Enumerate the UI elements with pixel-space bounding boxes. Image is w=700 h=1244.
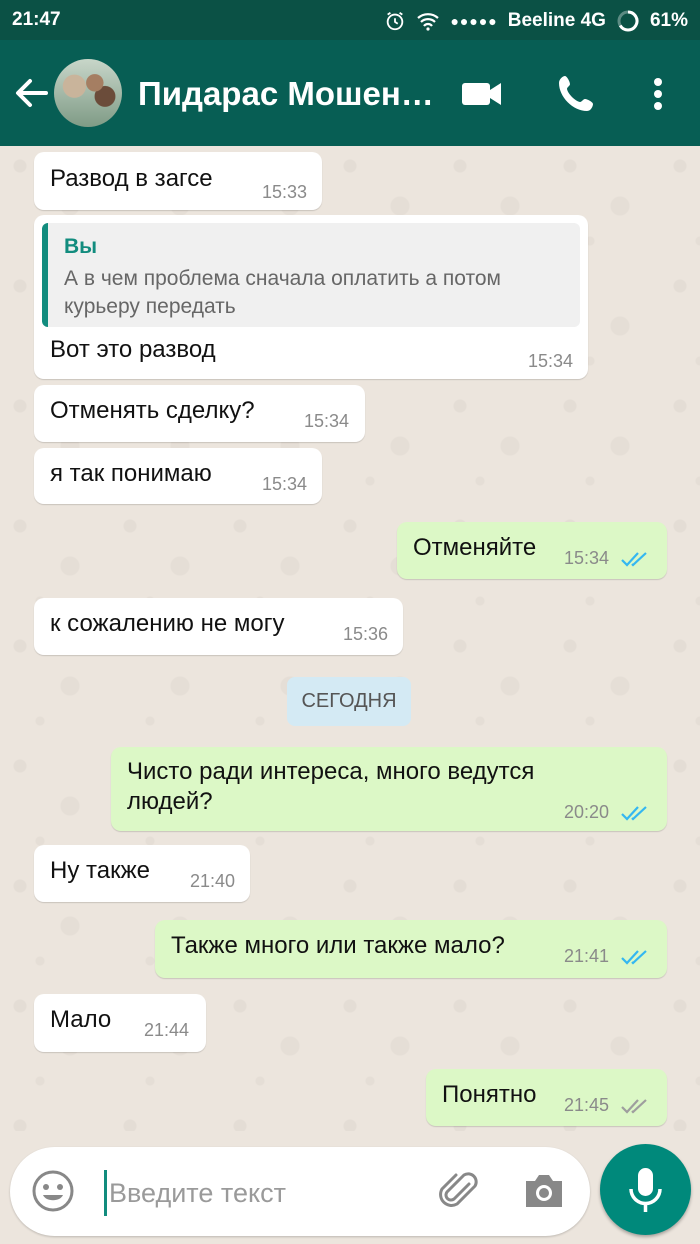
message-incoming[interactable]: Мало 21:44: [34, 994, 206, 1052]
message-time: 15:36: [343, 624, 389, 644]
chat-header: Пидарас Мошен…: [0, 40, 700, 146]
message-outgoing[interactable]: Отменяйте 15:34: [397, 522, 667, 579]
message-time: 15:33: [262, 182, 308, 202]
message-incoming-reply[interactable]: Вы А в чем проблема сначала оплатить а п…: [34, 215, 588, 379]
message-text: Отменять сделку?: [50, 397, 255, 424]
read-ticks-icon: [621, 950, 647, 965]
contact-name[interactable]: Пидарас Мошен…: [138, 75, 434, 113]
avatar[interactable]: [54, 59, 122, 127]
message-text: к сожалению не могу: [50, 610, 285, 637]
quote-author: Вы: [64, 235, 98, 258]
phone-icon[interactable]: [552, 70, 600, 118]
message-outgoing[interactable]: Также много или также мало? 21:41: [155, 920, 667, 978]
emoji-icon[interactable]: [30, 1168, 76, 1214]
message-incoming[interactable]: я так понимаю 15:34: [34, 448, 322, 504]
message-text: Вот это развод: [50, 336, 216, 363]
chat-area[interactable]: Развод в загсе 15:33 Вы А в чем проблема…: [0, 146, 700, 1131]
wifi-icon: [417, 13, 440, 31]
message-incoming[interactable]: Ну также 21:40: [34, 845, 250, 902]
signal-dots-icon: ●●●●●: [450, 13, 498, 29]
battery-icon: [617, 10, 639, 32]
message-incoming[interactable]: Отменять сделку? 15:34: [34, 385, 365, 442]
camera-icon[interactable]: [520, 1169, 568, 1213]
message-time: 21:45: [564, 1095, 610, 1115]
message-text: Ну также: [50, 857, 150, 884]
message-text: Отменяйте: [413, 534, 537, 561]
message-text: Чисто ради интереса, много ведутся людей…: [127, 758, 535, 815]
message-outgoing[interactable]: Понятно 21:45: [426, 1069, 667, 1126]
message-time: 21:41: [564, 946, 610, 966]
message-outgoing[interactable]: Чисто ради интереса, много ведутся людей…: [111, 747, 667, 831]
message-time: 15:34: [528, 351, 574, 371]
message-text: Мало: [50, 1006, 112, 1033]
message-time: 20:20: [564, 802, 610, 822]
message-time: 21:44: [144, 1020, 190, 1040]
battery-label: 61%: [649, 10, 688, 31]
delivered-ticks-icon: [621, 1099, 647, 1114]
message-time: 15:34: [564, 548, 610, 568]
message-time: 21:40: [190, 871, 236, 891]
attach-icon[interactable]: [436, 1167, 484, 1215]
message-text: Понятно: [442, 1081, 537, 1108]
message-text: Развод в загсе: [50, 165, 213, 192]
quote-text: А в чем проблема сначала оплатить а пото…: [64, 267, 501, 318]
mic-button[interactable]: [600, 1144, 691, 1235]
message-text: Также много или также мало?: [171, 932, 505, 959]
back-arrow-icon[interactable]: [14, 78, 48, 108]
video-call-icon[interactable]: [458, 70, 506, 118]
date-divider: СЕГОДНЯ: [287, 677, 411, 726]
message-input[interactable]: [104, 1170, 431, 1216]
status-time: 21:47: [12, 9, 61, 30]
message-incoming[interactable]: к сожалению не могу 15:36: [34, 598, 403, 655]
read-ticks-icon: [621, 552, 647, 567]
status-bar: 21:47 ●●●●● Beeline 4G 61%: [0, 0, 700, 40]
carrier-label: Beeline 4G: [507, 10, 606, 31]
alarm-icon: [387, 11, 404, 31]
message-time: 15:34: [304, 411, 350, 431]
quoted-message[interactable]: Вы А в чем проблема сначала оплатить а п…: [42, 223, 580, 327]
more-vert-icon[interactable]: [634, 70, 682, 118]
message-time: 15:34: [262, 474, 308, 494]
read-ticks-icon: [621, 806, 647, 821]
message-text: я так понимаю: [50, 460, 212, 487]
message-composer: [10, 1147, 590, 1236]
mic-icon: [629, 1168, 662, 1212]
status-right: ●●●●● Beeline 4G 61%: [384, 9, 688, 33]
message-incoming[interactable]: Развод в загсе 15:33: [34, 152, 322, 210]
